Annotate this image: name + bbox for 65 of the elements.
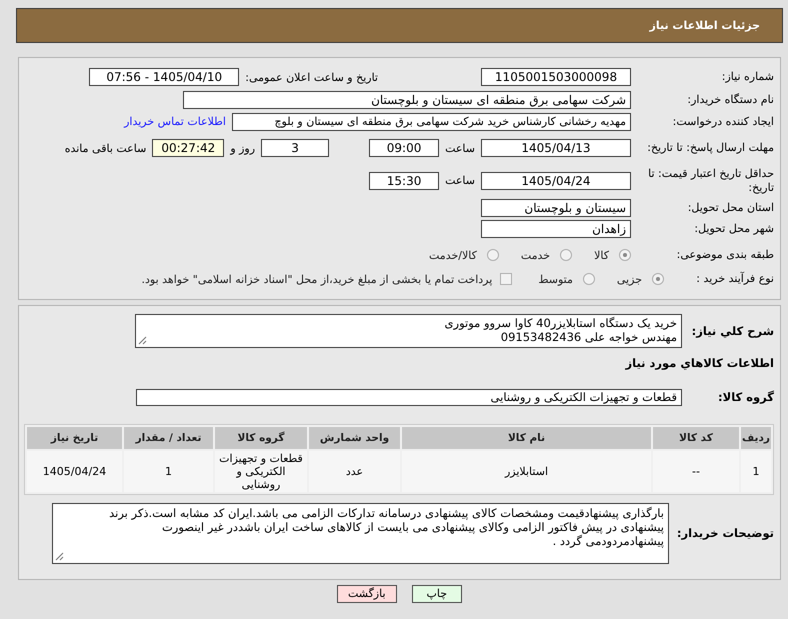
field-label: استان محل تحویل: (688, 200, 774, 214)
remaining-time-label: ساعت باقی مانده (64, 142, 146, 154)
need-number-field[interactable]: 1105001503000098 (481, 68, 631, 86)
column-header: کد کالا (653, 427, 739, 449)
field-label: نام دستگاه خریدار: (687, 92, 774, 106)
table-cell: قطعات و تجهیزات الکتریکی و روشنایی (215, 451, 307, 492)
province-field[interactable]: سیستان و بلوچستان (481, 198, 631, 216)
field-label: طبقه بندی موضوعی: (676, 248, 774, 261)
option-label: خدمت (520, 248, 550, 262)
radio-button[interactable] (582, 273, 595, 285)
table-cell: استابلایزر (402, 451, 651, 492)
column-header: تاریخ نیاز (27, 427, 122, 449)
field-label: شرح کلي نياز: (692, 324, 774, 338)
buyer-contact-link[interactable]: اطلاعات تماس خریدار (124, 115, 226, 128)
table-cell: عدد (309, 451, 400, 492)
back-button[interactable]: بازگشت (336, 585, 397, 603)
table-cell: 1 (741, 451, 771, 492)
page-title: جزئیات اطلاعات نیاز (650, 19, 760, 32)
column-header: گروه کالا (215, 427, 307, 449)
resize-grip-icon[interactable] (138, 336, 147, 345)
option-label: متوسط (538, 272, 573, 286)
field-label: شهر محل تحویل: (694, 222, 774, 235)
column-header: تعداد / مقدار (124, 427, 213, 449)
section-title: اطلاعات کالاهاي مورد نياز (626, 356, 774, 370)
table-cell: 1405/04/24 (27, 451, 122, 492)
option-label: جزیی (616, 272, 642, 286)
print-button[interactable]: چاپ (412, 585, 462, 603)
table-cell: -- (653, 451, 739, 492)
city-field[interactable]: زاهدان (481, 220, 631, 238)
option-label: کالا/خدمت (429, 248, 477, 262)
field-label: گروه کالا: (718, 390, 774, 404)
days-label: روز و (230, 142, 256, 154)
field-label: مهلت ارسال پاسخ: تا تاریخ: (647, 141, 774, 154)
remaining-time-field: 00:27:42 (152, 139, 224, 157)
field-label: ایجاد کننده درخواست: (672, 114, 774, 128)
description-field[interactable]: خرید یک دستگاه استابلایزر40 کاوا سروو موتوری مهندس خواجه علی 09153482436 (135, 314, 682, 348)
field-label: توضیحات خریدار: (676, 526, 774, 540)
buyer-notes-field[interactable]: بارگذاری پیشنهادقیمت ومشخصات کالای پیشنهادی درسامانه تدارکات الزامی می باشد.ایران کد مشابه است.ذکر برند پیشنهادی در پیش فاکتور الزامی وکالای پیشنهادی می بایست از کالاهای ساخت ایران باشددر غیر اینصورت پیشنهادمردودمی گردد . (52, 503, 669, 564)
radio-button[interactable] (486, 249, 499, 261)
field-label: شماره نیاز: (722, 70, 774, 83)
option-label: پرداخت تمام یا بخشی از مبلغ خرید،از محل "اسناد خزانه اسلامی" خواهد بود. (142, 272, 492, 286)
radio-button[interactable] (560, 249, 572, 261)
time-field[interactable]: 15:30 (369, 172, 440, 190)
date-field[interactable]: 1405/04/13 (481, 139, 631, 157)
radio-button[interactable] (619, 249, 631, 261)
field-label: تاریخ و ساعت اعلان عمومی: (245, 70, 378, 84)
days-field[interactable]: 3 (261, 139, 330, 157)
field-label: حداقل تاریخ اعتبار قیمت: تا تاریخ: (648, 166, 774, 194)
date-field[interactable]: 1405/04/24 (481, 172, 631, 190)
time-field[interactable]: 09:00 (369, 139, 440, 157)
time-label: ساعت (445, 142, 475, 154)
radio-button[interactable] (652, 273, 664, 285)
field-label: نوع فرآیند خرید : (696, 272, 774, 285)
column-header: نام کالا (402, 427, 651, 449)
goods-group-field[interactable]: قطعات و تجهیزات الکتریکی و روشنایی (136, 388, 682, 406)
announce-date-field[interactable]: 1405/04/10 - 07:56 (89, 68, 240, 86)
column-header: واحد شمارش (309, 427, 400, 449)
time-label: ساعت (445, 174, 475, 187)
checkbox[interactable] (500, 273, 512, 285)
resize-grip-icon[interactable] (55, 552, 64, 561)
requester-field[interactable]: مهدیه رخشانی کارشناس خرید شرکت سهامی برق منطقه ای سیستان و بلوچ (232, 112, 631, 130)
column-header: ردیف (741, 427, 771, 449)
table-cell: 1 (124, 451, 213, 492)
buyer-org-field[interactable]: شرکت سهامی برق منطقه ای سیستان و بلوچستان (183, 90, 631, 108)
option-label: کالا (594, 248, 609, 262)
